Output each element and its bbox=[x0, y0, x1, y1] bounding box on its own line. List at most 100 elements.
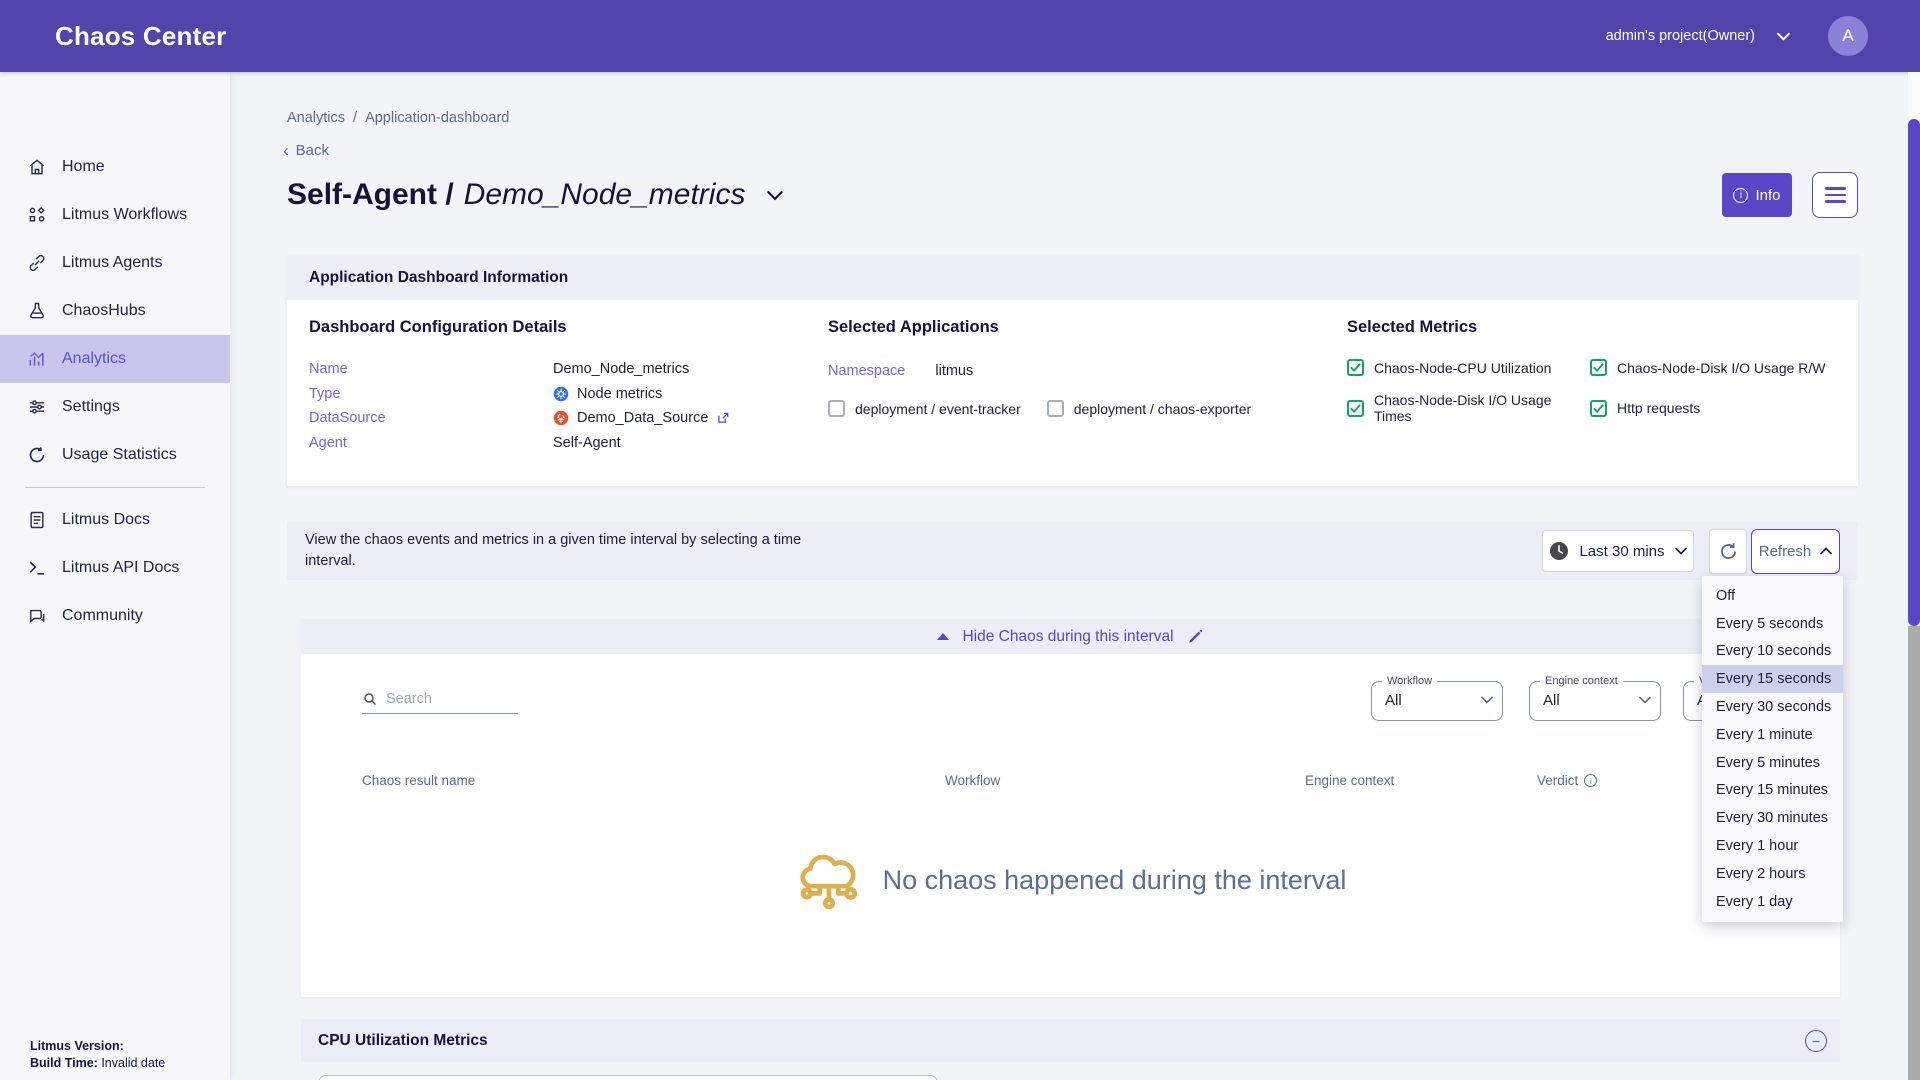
hide-chaos-label: Hide Chaos during this interval bbox=[962, 628, 1173, 646]
checkbox-unchecked-icon bbox=[1047, 400, 1064, 417]
app-checkbox-chaos-exporter[interactable]: deployment / chaos-exporter bbox=[1047, 400, 1251, 417]
app-checkbox-event-tracker[interactable]: deployment / event-tracker bbox=[828, 400, 1021, 417]
engine-context-filter-select[interactable]: Engine context All bbox=[1529, 681, 1661, 721]
sliders-icon bbox=[27, 397, 47, 417]
column-engine-context: Engine context bbox=[1305, 773, 1537, 788]
menu-item-every-15-seconds[interactable]: Every 15 seconds bbox=[1702, 665, 1843, 693]
hide-chaos-toggle[interactable]: Hide Chaos during this interval bbox=[301, 619, 1840, 654]
hamburger-menu-button[interactable] bbox=[1812, 172, 1858, 218]
info-button[interactable]: i Info bbox=[1722, 173, 1792, 217]
edit-pencil-icon[interactable] bbox=[1187, 628, 1204, 645]
sidebar-item-litmus-api-docs[interactable]: Litmus API Docs bbox=[0, 544, 230, 592]
menu-item-every-10-seconds[interactable]: Every 10 seconds bbox=[1702, 638, 1843, 666]
menu-item-every-1-day[interactable]: Every 1 day bbox=[1702, 888, 1843, 916]
workflow-filter-select[interactable]: Workflow All bbox=[1371, 681, 1503, 721]
metric-checkbox-disk-io-rw[interactable]: Chaos-Node-Disk I/O Usage R/W bbox=[1590, 359, 1833, 376]
menu-item-every-15-minutes[interactable]: Every 15 minutes bbox=[1702, 777, 1843, 805]
triangle-up-icon bbox=[937, 633, 949, 640]
chevron-up-icon bbox=[1820, 547, 1832, 555]
avatar[interactable]: A bbox=[1828, 16, 1868, 56]
sidebar: Home Litmus Workflows Litmus Agents Chao… bbox=[0, 72, 230, 1080]
namespace-value: litmus bbox=[935, 363, 973, 379]
sidebar-item-usage-statistics[interactable]: Usage Statistics bbox=[0, 431, 230, 479]
chevron-left-icon: ‹ bbox=[283, 143, 289, 158]
column-workflow: Workflow bbox=[945, 773, 1305, 788]
metric-checkbox-http-requests[interactable]: Http requests bbox=[1590, 392, 1833, 424]
node-metrics-icon bbox=[553, 386, 569, 402]
config-row-type: Type Node metrics bbox=[309, 382, 730, 407]
selected-applications: Selected Applications Namespace litmus d… bbox=[828, 318, 1251, 417]
sidebar-item-chaoshubs[interactable]: ChaosHubs bbox=[0, 287, 230, 335]
document-icon bbox=[27, 510, 47, 530]
project-selector[interactable]: admin's project(Owner) bbox=[1606, 28, 1755, 44]
checkbox-checked-icon bbox=[1347, 359, 1364, 376]
time-range-button[interactable]: Last 30 mins bbox=[1542, 530, 1694, 572]
applications-heading: Selected Applications bbox=[828, 318, 1251, 337]
chevron-down-icon bbox=[1675, 547, 1687, 555]
breadcrumb-separator: / bbox=[353, 110, 357, 126]
sidebar-item-label: Litmus Workflows bbox=[62, 206, 187, 224]
breadcrumb-analytics[interactable]: Analytics bbox=[287, 110, 345, 126]
menu-item-every-1-hour[interactable]: Every 1 hour bbox=[1702, 832, 1843, 860]
sidebar-nav: Home Litmus Workflows Litmus Agents Chao… bbox=[0, 143, 230, 479]
verdict-info-icon[interactable]: i bbox=[1584, 774, 1597, 787]
menu-item-off[interactable]: Off bbox=[1702, 582, 1843, 610]
config-row-datasource: DataSource Demo_Data_Source bbox=[309, 406, 730, 431]
checkbox-unchecked-icon bbox=[828, 400, 845, 417]
sidebar-item-home[interactable]: Home bbox=[0, 143, 230, 191]
sidebar-item-label: Analytics bbox=[62, 350, 126, 368]
agents-icon bbox=[27, 253, 47, 273]
sidebar-item-litmus-docs[interactable]: Litmus Docs bbox=[0, 496, 230, 544]
checkbox-checked-icon bbox=[1590, 400, 1607, 417]
checkbox-checked-icon bbox=[1347, 400, 1364, 417]
sidebar-item-litmus-agents[interactable]: Litmus Agents bbox=[0, 239, 230, 287]
menu-item-every-30-minutes[interactable]: Every 30 minutes bbox=[1702, 804, 1843, 832]
chevron-down-icon[interactable] bbox=[1777, 32, 1790, 41]
panel-header: Application Dashboard Information bbox=[287, 255, 1858, 300]
config-heading: Dashboard Configuration Details bbox=[309, 318, 730, 337]
sidebar-item-settings[interactable]: Settings bbox=[0, 383, 230, 431]
filter-value: All bbox=[1385, 692, 1402, 709]
page-title-agent: Self-Agent / bbox=[287, 178, 454, 212]
sidebar-item-label: Home bbox=[62, 158, 105, 176]
menu-item-every-5-seconds[interactable]: Every 5 seconds bbox=[1702, 610, 1843, 638]
refresh-interval-button[interactable]: Refresh bbox=[1751, 529, 1840, 574]
sidebar-item-label: Litmus API Docs bbox=[62, 559, 179, 577]
filter-value: All bbox=[1543, 692, 1560, 709]
interval-description: View the chaos events and metrics in a g… bbox=[305, 530, 837, 572]
sidebar-item-label: Litmus Docs bbox=[62, 511, 150, 529]
scrollbar-thumb[interactable] bbox=[1908, 119, 1920, 626]
cpu-chart-placeholder bbox=[318, 1075, 938, 1080]
info-icon: i bbox=[1733, 188, 1748, 203]
sidebar-item-analytics[interactable]: Analytics bbox=[0, 335, 230, 383]
page-title: Self-Agent / Demo_Node_metrics bbox=[287, 178, 745, 212]
metric-checkbox-cpu-utilization[interactable]: Chaos-Node-CPU Utilization bbox=[1347, 359, 1590, 376]
cpu-utilization-section-header: CPU Utilization Metrics − bbox=[301, 1019, 1840, 1062]
menu-item-every-1-minute[interactable]: Every 1 minute bbox=[1702, 721, 1843, 749]
collapse-minus-icon[interactable]: − bbox=[1805, 1030, 1827, 1052]
scrollbar-track bbox=[1908, 72, 1920, 119]
breadcrumb-current: Application-dashboard bbox=[365, 110, 509, 126]
refresh-now-button[interactable] bbox=[1709, 529, 1747, 574]
external-link-icon[interactable] bbox=[716, 411, 730, 425]
menu-item-every-30-seconds[interactable]: Every 30 seconds bbox=[1702, 693, 1843, 721]
page: Chaos Center admin's project(Owner) A Ho… bbox=[0, 0, 1920, 1080]
sidebar-item-litmus-workflows[interactable]: Litmus Workflows bbox=[0, 191, 230, 239]
filter-label: Workflow bbox=[1382, 675, 1437, 687]
menu-item-every-2-hours[interactable]: Every 2 hours bbox=[1702, 860, 1843, 888]
dashboard-switch-chevron-down-icon[interactable] bbox=[767, 190, 783, 201]
search-input[interactable] bbox=[386, 691, 501, 707]
back-label: Back bbox=[296, 142, 329, 159]
search-icon bbox=[362, 691, 378, 707]
menu-item-every-5-minutes[interactable]: Every 5 minutes bbox=[1702, 749, 1843, 777]
metric-checkbox-disk-io-times[interactable]: Chaos-Node-Disk I/O Usage Times bbox=[1347, 392, 1590, 424]
sidebar-item-community[interactable]: Community bbox=[0, 592, 230, 640]
table-header-row: Chaos result name Workflow Engine contex… bbox=[362, 773, 1820, 788]
workflows-icon bbox=[27, 205, 47, 225]
chevron-down-icon bbox=[1481, 696, 1493, 704]
app-title: Chaos Center bbox=[55, 21, 226, 52]
column-chaos-result-name: Chaos result name bbox=[362, 773, 945, 788]
back-button[interactable]: ‹ Back bbox=[283, 142, 329, 159]
metrics-heading: Selected Metrics bbox=[1347, 318, 1833, 337]
info-button-label: Info bbox=[1755, 187, 1780, 204]
